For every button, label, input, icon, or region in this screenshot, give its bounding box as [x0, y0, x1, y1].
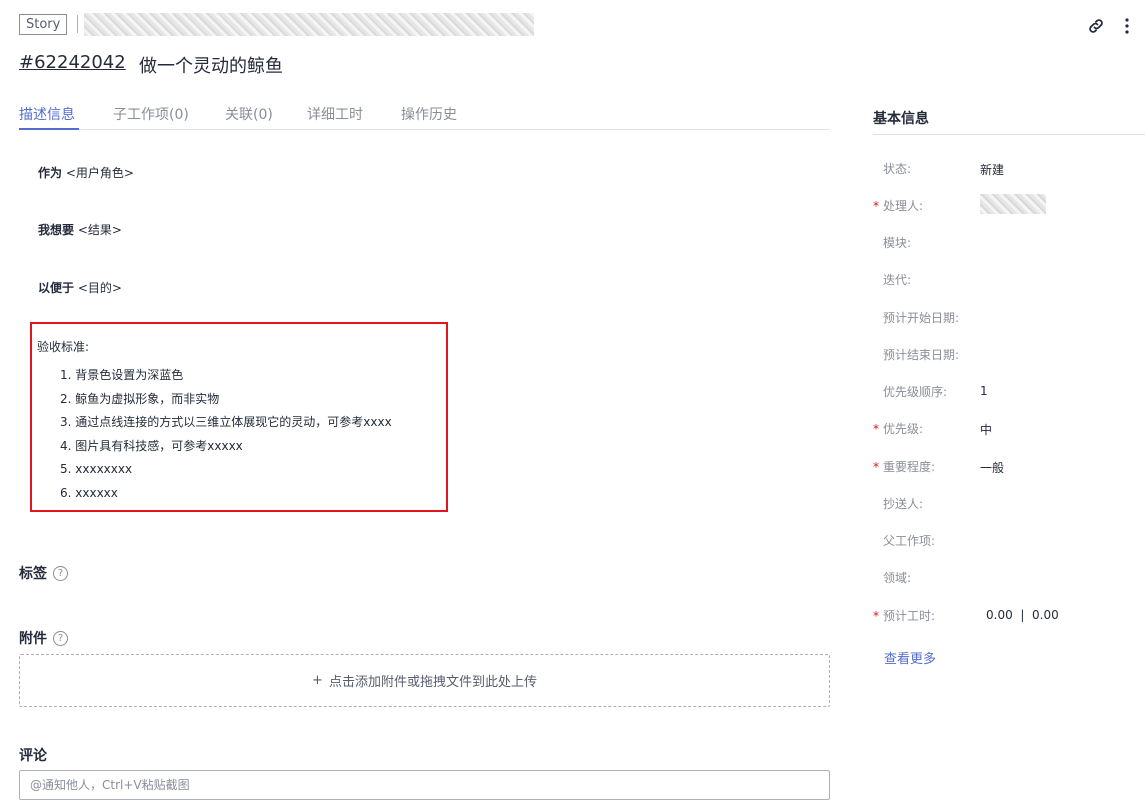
tags-section: 标签 ?: [19, 563, 68, 583]
field-value-importance[interactable]: 一般: [980, 459, 1004, 476]
description-want: 我想要 <结果>: [38, 221, 122, 238]
tab-work-hours[interactable]: 详细工时: [307, 104, 363, 124]
tab-description[interactable]: 描述信息: [19, 104, 75, 124]
description-so-label: 以便于: [38, 281, 75, 295]
tab-history[interactable]: 操作历史: [401, 104, 457, 124]
basic-info-title: 基本信息: [873, 111, 929, 127]
comments-label: 评论: [19, 748, 47, 764]
plus-icon: +: [312, 673, 323, 688]
acceptance-criteria-box: 验收标准: 1. 背景色设置为深蓝色 2. 鲸鱼为虚拟形象，而非实物 3. 通过…: [30, 322, 448, 512]
description-want-label: 我想要: [38, 223, 75, 237]
tab-links[interactable]: 关联(0): [225, 104, 273, 124]
work-item-type-tag: Story: [19, 14, 68, 35]
attachment-upload-zone[interactable]: + 点击添加附件或拖拽文件到此处上传: [19, 654, 830, 707]
field-value-status[interactable]: 新建: [980, 161, 1004, 178]
see-more-link[interactable]: 查看更多: [884, 648, 936, 667]
field-value-assignee[interactable]: [980, 194, 1046, 214]
field-label-cc: 抄送人:: [883, 497, 924, 511]
description-as-label: 作为: [38, 166, 63, 180]
description-so: 以便于 <目的>: [38, 279, 122, 296]
field-label-priority: * 优先级:: [873, 422, 924, 436]
redacted-breadcrumb: [84, 13, 534, 36]
field-label-start-date: 预计开始日期:: [883, 311, 960, 325]
detail-tabs: 描述信息 子工作项(0) 关联(0) 详细工时 操作历史: [19, 104, 830, 130]
field-label-parent-item: 父工作项:: [883, 534, 936, 548]
acceptance-criteria-list: 1. 背景色设置为深蓝色 2. 鲸鱼为虚拟形象，而非实物 3. 通过点线连接的方…: [60, 364, 392, 506]
description-want-value: <结果>: [77, 223, 122, 237]
work-item-title[interactable]: 做一个灵动的鲸鱼: [139, 52, 283, 78]
list-item: 3. 通过点线连接的方式以三维立体展现它的灵动，可参考xxxx: [60, 415, 392, 430]
field-value-priority[interactable]: 中: [980, 421, 992, 438]
tags-label: 标签: [19, 566, 47, 582]
attachments-section: 附件 ?: [19, 628, 68, 648]
more-vertical-icon[interactable]: [1119, 16, 1135, 36]
field-value-priority-order[interactable]: 1: [980, 384, 988, 398]
list-item: 2. 鲸鱼为虚拟形象，而非实物: [60, 391, 220, 406]
attachments-label: 附件: [19, 631, 47, 647]
tab-sub-items[interactable]: 子工作项(0): [113, 104, 189, 124]
active-tab-indicator: [19, 128, 79, 130]
help-circle-icon[interactable]: ?: [53, 630, 68, 646]
field-label-assignee: * 处理人:: [873, 199, 924, 213]
description-as-value: <用户角色>: [65, 166, 134, 180]
field-label-priority-order: 优先级顺序:: [883, 385, 948, 399]
field-label-module: 模块:: [883, 236, 912, 250]
title-separator: [77, 15, 78, 33]
field-label-status: 状态:: [883, 162, 912, 176]
side-panel-divider: [873, 134, 1145, 135]
help-circle-icon[interactable]: ?: [53, 565, 68, 581]
list-item: 4. 图片具有科技感，可参考xxxxx: [60, 438, 243, 453]
field-label-end-date: 预计结束日期:: [883, 348, 960, 362]
list-item: 5. xxxxxxxx: [60, 462, 133, 477]
comment-input[interactable]: [19, 770, 830, 800]
field-value-estimated-hours[interactable]: 0.00 | 0.00: [986, 608, 1059, 622]
list-item: 1. 背景色设置为深蓝色: [60, 368, 184, 382]
list-item: 6. xxxxxx: [60, 485, 118, 500]
field-label-iteration: 迭代:: [883, 273, 912, 287]
field-label-domain: 领域:: [883, 571, 912, 585]
link-icon[interactable]: [1086, 16, 1106, 36]
description-as: 作为 <用户角色>: [38, 164, 134, 181]
field-label-importance: * 重要程度:: [873, 460, 936, 474]
acceptance-criteria-title: 验收标准:: [37, 340, 90, 354]
field-label-estimated-hours: * 预计工时:: [873, 609, 936, 623]
description-so-value: <目的>: [77, 281, 122, 295]
work-item-id[interactable]: #62242042: [19, 52, 126, 73]
upload-hint: 点击添加附件或拖拽文件到此处上传: [328, 675, 537, 690]
comments-section: 评论: [19, 745, 47, 765]
